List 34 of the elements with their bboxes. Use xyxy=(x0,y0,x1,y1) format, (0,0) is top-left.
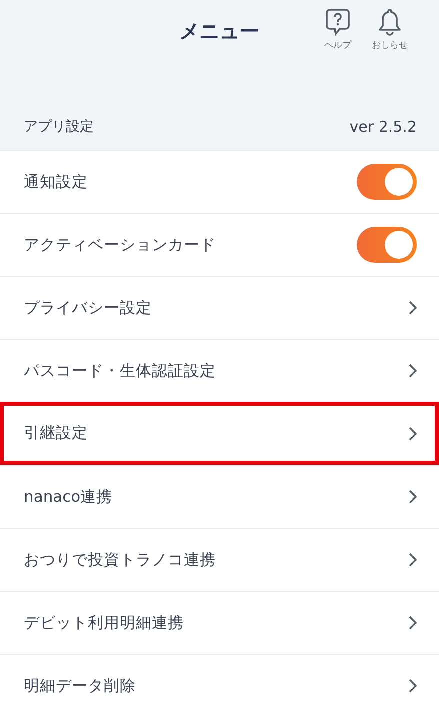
chevron-right-icon xyxy=(409,679,417,693)
chevron-right-icon xyxy=(409,364,417,378)
chevron-right-icon xyxy=(409,490,417,504)
version-label: ver 2.5.2 xyxy=(350,118,417,136)
chevron-right-icon xyxy=(409,553,417,567)
menu-item[interactable]: パスコード・生体認証設定 xyxy=(0,339,439,402)
menu-label: 引継設定 xyxy=(24,423,88,444)
menu-label: 通知設定 xyxy=(24,172,88,192)
chevron-right-icon xyxy=(409,301,417,315)
menu-item[interactable]: プライバシー設定 xyxy=(0,276,439,339)
menu-label: おつりで投資トラノコ連携 xyxy=(24,550,216,570)
highlighted-menu-item[interactable]: 引継設定 xyxy=(0,402,439,465)
bell-icon xyxy=(378,8,402,36)
menu-label: デビット利用明細連携 xyxy=(24,612,184,634)
chevron-right-icon xyxy=(409,616,417,630)
help-button[interactable]: ヘルプ xyxy=(319,8,357,52)
section-title: アプリ設定 xyxy=(24,118,94,136)
menu-label: アクティベーションカード xyxy=(24,234,216,256)
menu-label: プライバシー設定 xyxy=(24,298,152,318)
menu-item[interactable]: アクティベーションカード xyxy=(0,213,439,276)
toggle-switch[interactable] xyxy=(357,227,417,263)
chevron-right-icon xyxy=(409,426,417,440)
page-title: メニュー xyxy=(180,19,260,43)
menu-item[interactable]: 通知設定 xyxy=(0,150,439,213)
menu-label: 明細データ削除 xyxy=(24,676,136,696)
menu-item[interactable]: デビット利用明細連携 xyxy=(0,591,439,654)
notifications-button[interactable]: おしらせ xyxy=(371,8,409,52)
help-icon xyxy=(325,8,351,36)
menu-item[interactable]: 明細データ削除 xyxy=(0,654,439,704)
menu-label: パスコード・生体認証設定 xyxy=(24,360,216,382)
toggle-switch[interactable] xyxy=(357,164,417,200)
menu-item[interactable]: nanaco連携 xyxy=(0,465,439,528)
menu-item[interactable]: おつりで投資トラノコ連携 xyxy=(0,528,439,591)
menu-label: nanaco連携 xyxy=(24,486,113,508)
